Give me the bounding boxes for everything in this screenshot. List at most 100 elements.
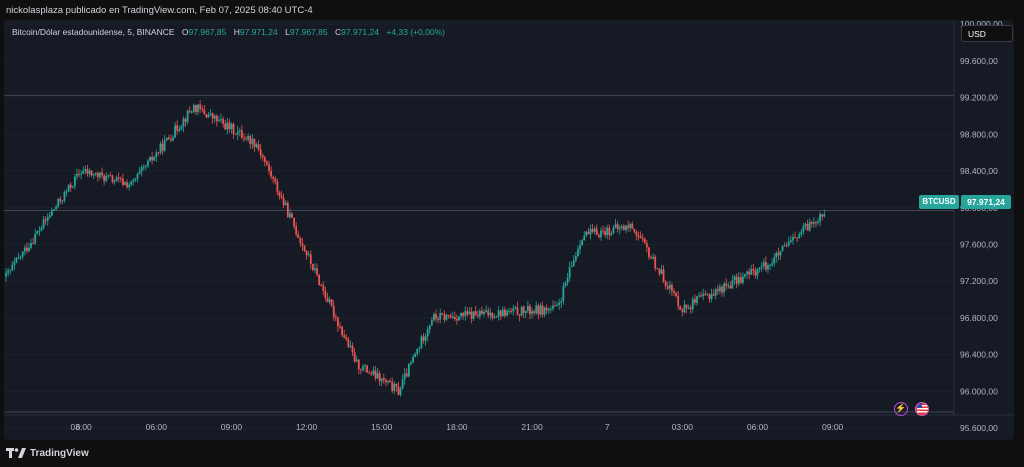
candle-body (174, 125, 176, 138)
candle-body (259, 149, 262, 156)
candle-body (11, 264, 14, 270)
candle-body (491, 312, 494, 318)
candle-body (602, 230, 604, 232)
candle-body (591, 228, 594, 232)
price-axis-label: 95.600,00 (960, 423, 998, 433)
candle-body (197, 104, 199, 113)
chart-pane[interactable]: 100.000,0099.600,0099.200,0098.800,0098.… (4, 20, 1014, 440)
candle-body (614, 224, 617, 228)
candle-body (731, 280, 734, 289)
candle-body (485, 310, 488, 312)
candle-body (652, 256, 655, 259)
candle-body (293, 217, 295, 227)
candle-body (343, 335, 346, 338)
change-value: +4,33 (+0,00%) (386, 27, 445, 37)
candle-body (136, 173, 139, 179)
candle-body (631, 223, 634, 229)
lightning-icon[interactable]: ⚡ (894, 402, 908, 416)
candle-body (706, 294, 709, 296)
candle-body (445, 314, 448, 320)
candle-body (364, 365, 366, 367)
symbol-title: Bitcoin/Dólar estadounidense, 5, BINANCE (12, 27, 175, 37)
candle-body (385, 379, 387, 383)
candle-body (794, 237, 796, 239)
candle-body (280, 195, 283, 199)
candle-body (767, 265, 769, 270)
candle-body (426, 329, 429, 337)
price-plot[interactable]: 100.000,0099.600,0099.200,0098.800,0098.… (4, 20, 1014, 440)
candle-body (554, 305, 556, 307)
candle-body (124, 182, 126, 185)
candle-body (549, 308, 552, 310)
candle-body (393, 383, 396, 391)
candle-body (629, 223, 632, 229)
candle-body (412, 356, 414, 363)
candle-body (372, 370, 375, 375)
candle-body (806, 223, 809, 231)
candle-body (693, 299, 696, 303)
candle-body (643, 238, 646, 244)
candle-body (656, 268, 659, 270)
candle-body (620, 226, 623, 228)
candle-body (211, 113, 214, 119)
candle-body (67, 184, 70, 192)
candle-body (645, 243, 648, 248)
tradingview-logo[interactable]: TradingView (6, 448, 89, 459)
candle-body (65, 191, 68, 193)
candle-body (23, 247, 26, 252)
candle-body (17, 257, 20, 259)
time-axis-label: 03:00 (71, 422, 93, 432)
candle-body (739, 277, 742, 283)
candle-body (552, 305, 554, 309)
candle-body (574, 256, 577, 261)
candle-body (51, 210, 53, 216)
candle-body (328, 299, 331, 303)
candle-body (232, 123, 235, 134)
candle-body (681, 309, 684, 313)
candle-body (769, 264, 771, 266)
candle-body (497, 310, 500, 317)
candle-body (648, 247, 650, 258)
candle-body (529, 305, 531, 315)
candle-body (556, 304, 558, 306)
candle-body (668, 284, 671, 289)
candle-body (815, 222, 817, 224)
candle-body (69, 184, 72, 188)
candle-body (25, 247, 28, 252)
candle-body (341, 326, 343, 336)
candle-body (792, 237, 794, 241)
candle-body (777, 252, 780, 256)
candle-body (180, 126, 183, 130)
candle-body (637, 235, 640, 237)
currency-button[interactable]: USD (961, 25, 1013, 42)
candle-body (625, 225, 627, 231)
candle-body (5, 272, 7, 277)
candle-body (149, 156, 151, 161)
candle-body (268, 164, 270, 171)
candle-body (345, 337, 348, 340)
us-flag-icon[interactable] (915, 402, 929, 416)
time-axis-label: 06:00 (747, 422, 769, 432)
candle-body (270, 170, 273, 177)
candle-body (86, 169, 89, 174)
candle-body (752, 269, 755, 271)
candle-body (190, 111, 193, 113)
candle-body (34, 233, 37, 244)
candle-body (142, 166, 145, 168)
candle-body (489, 312, 492, 316)
candle-body (671, 284, 673, 292)
candle-body (418, 347, 421, 349)
candle-body (658, 268, 661, 274)
candle-body (433, 314, 435, 321)
candle-body (359, 369, 362, 371)
candle-body (579, 245, 581, 250)
candle-body (44, 219, 47, 221)
candle-body (82, 171, 85, 174)
candle-body (533, 311, 536, 314)
candle-body (7, 270, 9, 273)
candle-body (186, 110, 189, 122)
candle-body (224, 123, 227, 130)
candle-body (802, 226, 805, 232)
candle-body (28, 247, 30, 252)
time-axis-label: 12:00 (296, 422, 318, 432)
